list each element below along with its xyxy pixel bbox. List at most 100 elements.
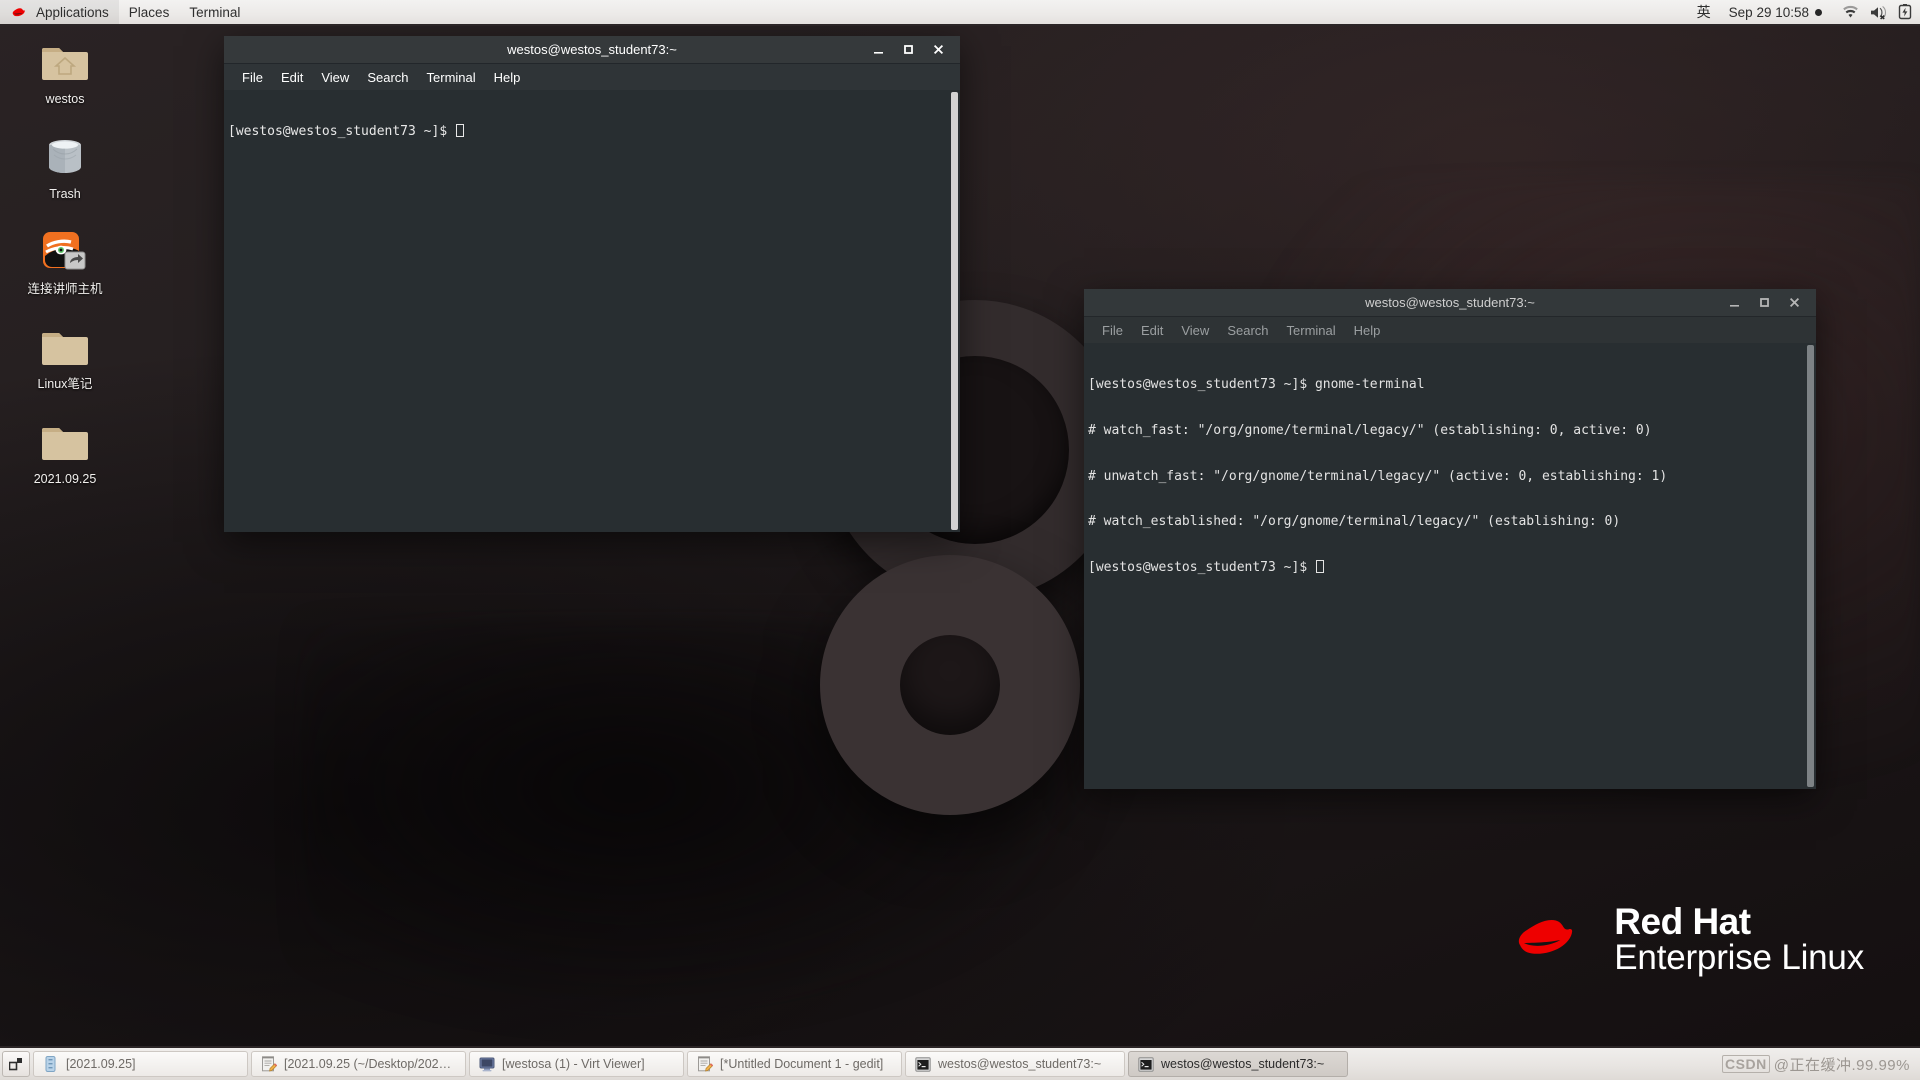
terminal-line: # watch_established: "/org/gnome/termina… xyxy=(1088,514,1621,530)
top-panel: Applications Places Terminal 英 Sep 29 10… xyxy=(0,0,1920,26)
terminal-window-1[interactable]: westos@westos_student73:~ File Edit View… xyxy=(224,36,960,532)
terminal-line: # unwatch_fast: "/org/gnome/terminal/leg… xyxy=(1088,468,1668,484)
menu-help[interactable]: Help xyxy=(486,68,529,87)
terminal-line-text: [westos@westos_student73 ~]$ xyxy=(1088,559,1315,575)
redhat-hat-icon xyxy=(10,5,30,19)
desktop-icon-connect-instructor-host[interactable]: 连接讲师主机 xyxy=(11,216,119,297)
gedit-icon xyxy=(260,1056,277,1073)
home-folder-icon xyxy=(39,38,91,86)
taskbar-item-label: [2021.09.25] xyxy=(66,1057,136,1071)
wifi-icon[interactable] xyxy=(1842,5,1859,19)
volume-muted-icon[interactable] xyxy=(1869,5,1888,20)
applications-menu-label: Applications xyxy=(36,4,109,20)
taskbar-item-label: [westosa (1) - Virt Viewer] xyxy=(502,1057,645,1071)
desktop-icon-label: 2021.09.25 xyxy=(33,472,97,486)
taskbar-item-virt-viewer[interactable]: [westosa (1) - Virt Viewer] xyxy=(469,1051,684,1077)
gedit-icon xyxy=(696,1056,713,1073)
terminal-output-area[interactable]: [westos@westos_student73 ~]$ xyxy=(224,90,960,532)
watermark-brand: CSDN xyxy=(1722,1055,1770,1073)
menu-file[interactable]: File xyxy=(234,68,271,87)
menu-edit[interactable]: Edit xyxy=(1133,321,1171,340)
taskbar-item-label: [*Untitled Document 1 - gedit] xyxy=(720,1057,884,1071)
places-menu-label: Places xyxy=(128,4,170,20)
maximize-button[interactable] xyxy=(900,42,916,58)
menu-search[interactable]: Search xyxy=(359,68,416,87)
taskbar-item-gedit-2021[interactable]: [2021.09.25 (~/Desktop/2021.09.2… xyxy=(251,1051,466,1077)
taskbar: [2021.09.25] [2021.09.25 (~/Desktop/2021… xyxy=(0,1046,1920,1080)
desktop-icon-layer: westos Trash 连接讲师主机 Linux笔记 2021.09.25 xyxy=(0,26,130,501)
terminal-line: [westos@westos_student73 ~]$ xyxy=(228,124,960,139)
taskbar-item-label: [2021.09.25 (~/Desktop/2021.09.2… xyxy=(284,1057,457,1071)
menu-terminal[interactable]: Terminal xyxy=(419,68,484,87)
taskbar-item-label: westos@westos_student73:~ xyxy=(938,1057,1102,1071)
desktop-icon-label: Trash xyxy=(49,187,81,201)
minimize-button[interactable] xyxy=(1726,295,1742,311)
terminal-icon xyxy=(914,1056,931,1073)
show-desktop-icon[interactable] xyxy=(2,1051,30,1077)
folder-icon xyxy=(39,418,91,466)
clock-label: Sep 29 10:58 xyxy=(1728,4,1809,20)
terminal-line: # watch_fast: "/org/gnome/terminal/legac… xyxy=(1088,423,1652,438)
scrollbar-thumb[interactable] xyxy=(951,92,958,530)
terminal-menu-label: Terminal xyxy=(189,4,241,20)
window-title: westos@westos_student73:~ xyxy=(507,42,677,57)
titlebar[interactable]: westos@westos_student73:~ xyxy=(1084,289,1816,317)
applications-menu[interactable]: Applications xyxy=(0,0,119,24)
desktop-icon-label: Linux笔记 xyxy=(37,377,93,391)
taskbar-item-terminal-2[interactable]: westos@westos_student73:~ xyxy=(1128,1051,1348,1077)
system-tray xyxy=(1828,4,1912,20)
terminal-window-2[interactable]: westos@westos_student73:~ File Edit View… xyxy=(1084,289,1816,789)
top-panel-status-area: 英 Sep 29 10:58 xyxy=(1685,0,1920,24)
input-method-indicator[interactable]: 英 xyxy=(1685,2,1723,22)
desktop-icon-label: 连接讲师主机 xyxy=(27,282,103,296)
menu-view[interactable]: View xyxy=(313,68,357,87)
file-manager-icon xyxy=(42,1056,59,1073)
menu-search[interactable]: Search xyxy=(1219,321,1276,340)
menu-help[interactable]: Help xyxy=(1346,321,1389,340)
terminal-line-text: [westos@westos_student73 ~]$ xyxy=(228,124,455,140)
battery-charging-icon[interactable] xyxy=(1898,4,1912,20)
terminal-output-area[interactable]: [westos@westos_student73 ~]$ gnome-termi… xyxy=(1084,343,1816,789)
desktop-icon-westos[interactable]: westos xyxy=(11,26,119,107)
menu-terminal[interactable]: Terminal xyxy=(1279,321,1344,340)
wallpaper-ring-lower xyxy=(820,555,1080,815)
desktop-icon-trash[interactable]: Trash xyxy=(11,121,119,202)
terminal-scrollbar[interactable] xyxy=(1805,343,1816,789)
vnc-shortcut-icon xyxy=(39,228,91,276)
maximize-button[interactable] xyxy=(1756,295,1772,311)
close-button[interactable] xyxy=(1786,295,1802,311)
menu-view[interactable]: View xyxy=(1173,321,1217,340)
terminal-line: [westos@westos_student73 ~]$ xyxy=(1088,559,1816,575)
close-button[interactable] xyxy=(930,42,946,58)
titlebar[interactable]: westos@westos_student73:~ xyxy=(224,36,960,64)
taskbar-item-gedit-untitled[interactable]: [*Untitled Document 1 - gedit] xyxy=(687,1051,902,1077)
taskbar-item-label: westos@westos_student73:~ xyxy=(1161,1057,1325,1071)
terminal-icon xyxy=(1137,1056,1154,1073)
terminal-line: [westos@westos_student73 ~]$ gnome-termi… xyxy=(1088,377,1425,393)
minimize-button[interactable] xyxy=(870,42,886,58)
desktop-icon-2021-09-25[interactable]: 2021.09.25 xyxy=(11,406,119,487)
top-panel-menus: Applications Places Terminal xyxy=(0,0,250,24)
desktop-icon-linux-notes[interactable]: Linux笔记 xyxy=(11,311,119,392)
window-title: westos@westos_student73:~ xyxy=(1365,295,1535,310)
folder-icon xyxy=(39,323,91,371)
terminal-menu[interactable]: Terminal xyxy=(179,0,250,24)
text-cursor xyxy=(455,124,464,138)
menubar: File Edit View Search Terminal Help xyxy=(1084,317,1816,343)
terminal-scrollbar[interactable] xyxy=(949,90,960,532)
csdn-watermark: CSDN @正在缓冲.99.99% xyxy=(1722,1054,1918,1075)
menubar: File Edit View Search Terminal Help xyxy=(224,64,960,90)
menu-file[interactable]: File xyxy=(1094,321,1131,340)
places-menu[interactable]: Places xyxy=(119,0,180,24)
window-controls xyxy=(870,42,954,58)
desktop-icon-label: westos xyxy=(45,92,85,106)
clock[interactable]: Sep 29 10:58 xyxy=(1723,5,1828,20)
virt-viewer-icon xyxy=(478,1056,495,1073)
text-cursor xyxy=(1315,559,1324,573)
taskbar-item-file-manager[interactable]: [2021.09.25] xyxy=(33,1051,248,1077)
menu-edit[interactable]: Edit xyxy=(273,68,311,87)
recording-dot-icon xyxy=(1815,8,1822,16)
taskbar-item-terminal-1[interactable]: westos@westos_student73:~ xyxy=(905,1051,1125,1077)
scrollbar-thumb[interactable] xyxy=(1807,345,1814,787)
watermark-text: @正在缓冲.99.99% xyxy=(1773,1056,1910,1074)
